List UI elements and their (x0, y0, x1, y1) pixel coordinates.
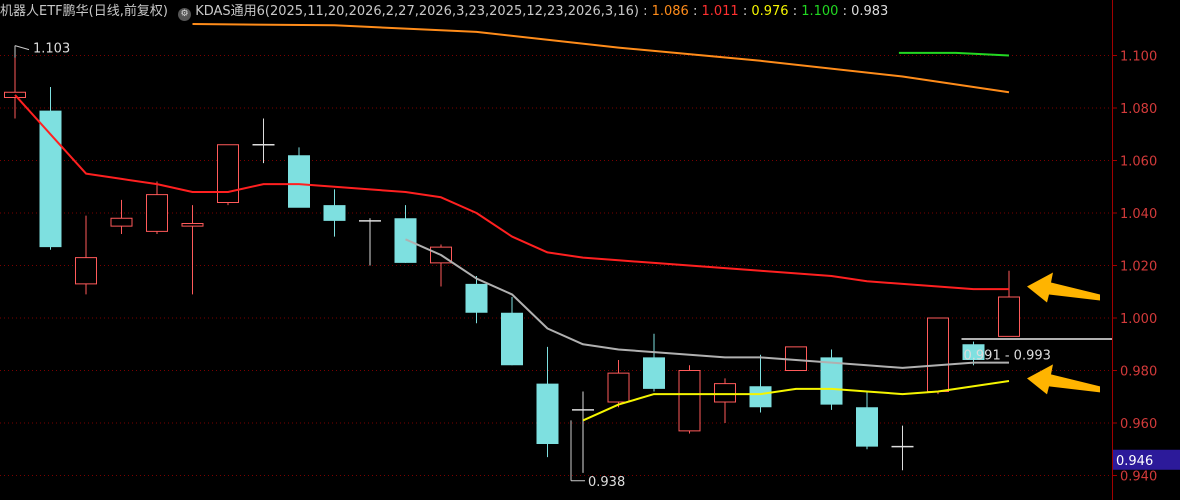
current-price-label: 0.946 (1116, 454, 1153, 469)
candle-body (217, 144, 239, 203)
range-label: 0.991 - 0.993 (964, 348, 1051, 363)
candle-body (749, 386, 772, 408)
candle-body (288, 155, 310, 208)
candle-body (146, 194, 168, 232)
candle-body (714, 383, 736, 403)
candle-body (323, 205, 346, 221)
candle-body (643, 357, 665, 389)
candle-body (4, 91, 26, 98)
y-tick-label: 1.100 (1120, 50, 1157, 65)
candle-body (607, 372, 630, 403)
candle-body (820, 357, 843, 405)
candle-body (678, 370, 701, 432)
y-tick-label: 0.960 (1120, 417, 1157, 432)
candle-body (856, 407, 878, 447)
arrow-icon (1027, 272, 1100, 303)
indicator-line-orange (192, 23, 1010, 94)
y-tick-label: 1.060 (1120, 155, 1157, 170)
indicator-line-gray (405, 238, 1009, 369)
arrow-icon (1027, 364, 1100, 395)
y-tick-label: 0.980 (1120, 365, 1157, 380)
candle-body (181, 223, 204, 227)
high-label: 1.103 (33, 42, 70, 57)
y-tick-label: 1.080 (1120, 102, 1157, 117)
candle-body (75, 257, 97, 285)
low-label: 0.938 (588, 475, 625, 490)
y-tick-label: 1.040 (1120, 207, 1157, 222)
y-tick-label: 1.020 (1120, 260, 1157, 275)
indicator-line-green (898, 51, 1010, 57)
candle-body (927, 317, 949, 392)
candle-body (110, 217, 133, 227)
candle-body (501, 312, 523, 366)
candle-body (39, 110, 62, 248)
candle-body (394, 218, 417, 263)
candle-body (998, 296, 1020, 337)
candle-body (465, 283, 488, 313)
candle-body (536, 383, 559, 444)
high-marker-arrow (14, 45, 30, 51)
indicator-line-red (14, 94, 1009, 291)
candlestick-chart: 1.100 1.080 1.060 1.040 1.020 1.000 0.980 0.960… (0, 0, 1180, 500)
y-tick-label: 0.940 (1120, 470, 1157, 485)
y-tick-label: 1.000 (1120, 312, 1157, 327)
